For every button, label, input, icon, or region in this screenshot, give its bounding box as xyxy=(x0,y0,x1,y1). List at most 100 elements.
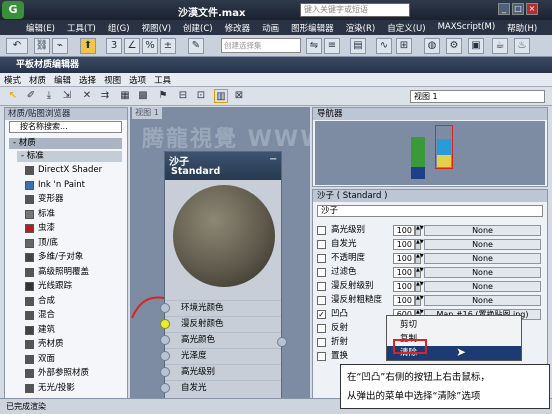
browser-item[interactable]: 无光/投影 xyxy=(23,382,122,395)
editor-menu-tools[interactable]: 工具 xyxy=(150,73,175,86)
menu-help[interactable]: 帮助(H) xyxy=(501,20,543,35)
browser-item[interactable]: 壳材质 xyxy=(23,338,122,351)
collapse-icon[interactable]: − xyxy=(269,154,277,165)
select-object-icon[interactable]: ⬆ xyxy=(80,38,96,54)
render-production-icon[interactable]: ☕ xyxy=(492,38,508,54)
map-enable-checkbox[interactable] xyxy=(317,240,326,249)
render-setup-icon[interactable]: ⚙ xyxy=(446,38,462,54)
map-amount-field[interactable]: 100 xyxy=(393,267,415,278)
browser-search-input[interactable]: 按名称搜索... xyxy=(9,121,122,133)
spinner-icon[interactable]: ▲▼ xyxy=(415,281,424,292)
move-children-icon[interactable]: ⇉ xyxy=(98,89,112,103)
layout-children-icon[interactable]: ⊡ xyxy=(194,89,208,103)
select-tool-icon[interactable]: ↖ xyxy=(6,89,20,103)
app-logo-icon[interactable]: G xyxy=(2,1,24,19)
editor-menu-edit[interactable]: 编辑 xyxy=(50,73,75,86)
map-amount-field[interactable]: 100 xyxy=(393,225,415,236)
menu-edit[interactable]: 编辑(E) xyxy=(20,20,61,35)
layer-manager-icon[interactable]: ▤ xyxy=(350,38,366,54)
help-search-input[interactable]: 键入关键字或短语 xyxy=(300,3,410,17)
map-enable-checkbox[interactable] xyxy=(317,352,326,361)
material-id-icon[interactable]: ⚑ xyxy=(156,89,170,103)
menu-graph-editors[interactable]: 图形编辑器 xyxy=(285,20,340,35)
map-enable-checkbox[interactable] xyxy=(317,282,326,291)
spinner-icon[interactable]: ▲▼ xyxy=(415,295,424,306)
link-icon[interactable]: ⛓ xyxy=(34,38,50,54)
browser-item[interactable]: 双面 xyxy=(23,353,122,366)
map-amount-field[interactable]: 100 xyxy=(393,295,415,306)
menu-customize[interactable]: 自定义(U) xyxy=(381,20,431,35)
input-socket[interactable] xyxy=(160,335,170,345)
unlink-icon[interactable]: ⌁ xyxy=(52,38,68,54)
edit-named-selection-icon[interactable]: ✎ xyxy=(188,38,204,54)
menu-animation[interactable]: 动画 xyxy=(256,20,285,35)
map-enable-checkbox[interactable] xyxy=(317,268,326,277)
browser-item[interactable]: Ink 'n Paint xyxy=(23,179,122,192)
browser-subcategory-standard[interactable]: - 标准 xyxy=(17,151,122,162)
spinner-snap-icon[interactable]: ± xyxy=(160,38,176,54)
browser-item[interactable]: 标准 xyxy=(23,208,122,221)
show-background-icon[interactable]: ▩ xyxy=(136,89,150,103)
node-slot[interactable]: 自发光 xyxy=(160,380,281,394)
map-button[interactable]: None xyxy=(424,295,541,306)
browser-item[interactable]: 光线跟踪 xyxy=(23,280,122,293)
map-enable-checkbox[interactable] xyxy=(317,324,326,333)
angle-snap-icon[interactable]: ∠ xyxy=(124,38,140,54)
align-icon[interactable]: ≡ xyxy=(324,38,340,54)
menu-maxscript[interactable]: MAXScript(M) xyxy=(432,20,502,35)
spinner-icon[interactable]: ▲▼ xyxy=(415,253,424,264)
map-button[interactable]: None xyxy=(424,281,541,292)
input-socket[interactable] xyxy=(160,367,170,377)
undo-icon[interactable]: ↶ xyxy=(6,38,28,54)
schematic-view-icon[interactable]: ⊞ xyxy=(396,38,412,54)
material-name-field[interactable]: 沙子 xyxy=(317,205,543,217)
map-amount-field[interactable]: 100 xyxy=(393,239,415,250)
node-slot[interactable]: 高光级别 xyxy=(160,364,281,378)
curve-editor-icon[interactable]: ∿ xyxy=(376,38,392,54)
editor-menu-select[interactable]: 选择 xyxy=(75,73,100,86)
material-editor-icon[interactable]: ◍ xyxy=(424,38,440,54)
browser-item[interactable]: 顶/底 xyxy=(23,237,122,250)
maximize-icon[interactable]: □ xyxy=(512,3,524,15)
browser-item[interactable]: 合成 xyxy=(23,295,122,308)
editor-menu-view[interactable]: 视图 xyxy=(100,73,125,86)
browser-category-materials[interactable]: - 材质 xyxy=(9,138,122,149)
browser-item[interactable]: 外部参照材质 xyxy=(23,367,122,380)
rendered-frame-icon[interactable]: ▣ xyxy=(468,38,484,54)
mirror-icon[interactable]: ⇋ xyxy=(306,38,322,54)
input-socket[interactable] xyxy=(160,351,170,361)
menu-modifiers[interactable]: 修改器 xyxy=(219,20,257,35)
map-enable-checkbox[interactable] xyxy=(317,296,326,305)
snap-icon[interactable]: 3 xyxy=(106,38,122,54)
editor-menu-material[interactable]: 材质 xyxy=(25,73,50,86)
input-socket[interactable] xyxy=(160,383,170,393)
editor-menu-mode[interactable]: 模式 xyxy=(0,73,25,86)
pick-material-icon[interactable]: ✐ xyxy=(24,89,38,103)
map-amount-field[interactable]: 100 xyxy=(393,281,415,292)
map-button[interactable]: None xyxy=(424,253,541,264)
percent-snap-icon[interactable]: % xyxy=(142,38,158,54)
browser-item[interactable]: 虫漆 xyxy=(23,222,122,235)
map-enable-checkbox[interactable]: ✓ xyxy=(317,310,326,319)
node-header[interactable]: 沙子 Standard − xyxy=(165,152,281,180)
navigator-view[interactable] xyxy=(315,121,545,185)
named-selection-set-dropdown[interactable]: 创建选择集 xyxy=(221,38,301,53)
browser-item[interactable]: 变形器 xyxy=(23,193,122,206)
browser-item[interactable]: 建筑 xyxy=(23,324,122,337)
put-to-scene-icon[interactable]: ⤓ xyxy=(42,89,56,103)
show-map-icon[interactable]: ▦ xyxy=(118,89,132,103)
map-button[interactable]: None xyxy=(424,225,541,236)
map-enable-checkbox[interactable] xyxy=(317,254,326,263)
menu-create[interactable]: 创建(C) xyxy=(177,20,219,35)
layout-all-icon[interactable]: ⊟ xyxy=(176,89,190,103)
map-enable-checkbox[interactable] xyxy=(317,338,326,347)
editor-menu-options[interactable]: 选项 xyxy=(125,73,150,86)
assign-material-icon[interactable]: ⇲ xyxy=(60,89,74,103)
view-selector[interactable]: 视图 1 xyxy=(410,90,545,103)
menu-tools[interactable]: 工具(T) xyxy=(61,20,102,35)
browser-item[interactable]: DirectX Shader xyxy=(23,164,122,177)
spinner-icon[interactable]: ▲▼ xyxy=(415,225,424,236)
menu-group[interactable]: 组(G) xyxy=(102,20,136,35)
node-view[interactable]: 视图 1 腾龍視覺 WWW.TLXI.NET 沙子 Standard − 环境光… xyxy=(130,107,310,400)
render-iterative-icon[interactable]: ♨ xyxy=(514,38,530,54)
